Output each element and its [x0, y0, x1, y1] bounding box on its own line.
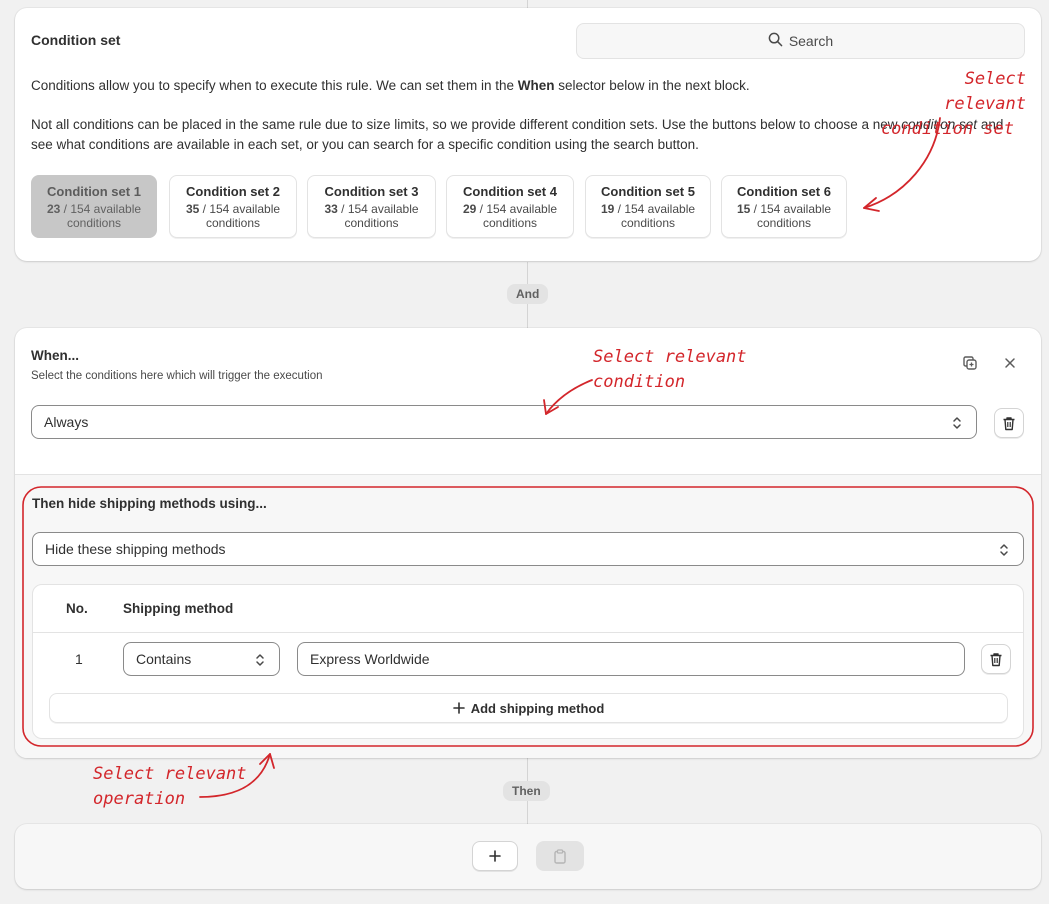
when-title: When... [31, 348, 79, 363]
column-header-no: No. [66, 601, 88, 616]
condition-set-name: Condition set 2 [186, 183, 280, 199]
trash-icon [1003, 416, 1015, 430]
condition-set-count: 15 / 154 available conditions [736, 201, 832, 230]
condition-set-name: Condition set 1 [47, 183, 141, 199]
condition-set-count: 23 / 154 available conditions [46, 201, 142, 230]
condition-set-button-1[interactable]: Condition set 1 23 / 154 available condit… [31, 175, 157, 238]
annotation-condition-set: Select relevant condition set [876, 67, 1026, 142]
close-button[interactable] [1001, 354, 1019, 372]
intro-text-end: selector below in the next block. [554, 78, 750, 93]
annotation-line: Select relevant [93, 764, 247, 784]
condition-set-count: 35 / 154 available conditions [185, 201, 281, 230]
condition-set-count: 29 / 154 available conditions [462, 201, 558, 230]
delete-row-button[interactable] [981, 644, 1011, 674]
condition-set-button-6[interactable]: Condition set 6 15 / 154 available condit… [721, 175, 847, 238]
table-row: 1 Contains Express Worldwide [33, 633, 1023, 685]
operation-select[interactable]: Hide these shipping methods [32, 532, 1024, 566]
condition-set-count: 19 / 154 available conditions [600, 201, 696, 230]
operation-value: Hide these shipping methods [45, 541, 226, 557]
add-action-button[interactable] [472, 841, 518, 871]
add-shipping-method-button[interactable]: Add shipping method [49, 693, 1008, 723]
search-button[interactable]: Search [576, 23, 1025, 59]
intro-text-when: When [517, 78, 555, 93]
connector-line [527, 0, 528, 8]
delete-condition-button[interactable] [994, 408, 1024, 438]
add-shipping-method-label: Add shipping method [470, 700, 605, 716]
when-condition-value: Always [44, 414, 89, 430]
search-icon [768, 32, 783, 50]
plus-icon [452, 702, 465, 714]
annotation-line: Select relevant [593, 347, 747, 367]
annotation-line: operation [93, 789, 186, 809]
search-label: Search [788, 33, 834, 49]
clipboard-icon [554, 848, 566, 864]
shipping-method-input[interactable]: Express Worldwide [297, 642, 965, 676]
row-number: 1 [75, 651, 83, 667]
column-header-shipping-method: Shipping method [123, 601, 234, 616]
note-text-start: Not all conditions can be placed in the … [31, 117, 902, 132]
annotation-operation: Select relevant operation [93, 762, 247, 812]
shipping-method-value: Express Worldwide [310, 651, 430, 667]
add-action-card [15, 824, 1041, 889]
annotation-line: condition set [880, 119, 1014, 139]
annotation-line: Select relevant [944, 69, 1026, 114]
duplicate-button[interactable] [961, 354, 979, 372]
condition-set-name: Condition set 3 [324, 183, 419, 199]
match-type-value: Contains [136, 651, 192, 667]
annotation-condition: Select relevant condition [593, 345, 747, 395]
condition-set-button-2[interactable]: Condition set 2 35 / 154 available condit… [169, 175, 297, 238]
condition-set-name: Condition set 6 [737, 183, 831, 199]
condition-set-name: Condition set 4 [463, 183, 557, 199]
plus-icon [489, 850, 501, 862]
match-type-select[interactable]: Contains [123, 642, 280, 676]
shipping-methods-table: No. Shipping method 1 Contains Express W… [32, 584, 1024, 739]
chevron-updown-icon [253, 652, 267, 671]
chevron-updown-icon [950, 415, 964, 434]
copy-icon [963, 356, 977, 370]
trash-icon [990, 652, 1002, 666]
condition-set-button-5[interactable]: Condition set 5 19 / 154 available condit… [585, 175, 711, 238]
and-connector-pill: And [507, 284, 549, 304]
intro-text: Conditions allow you to specify when to … [31, 76, 1021, 96]
condition-set-count: 33 / 154 available conditions [324, 201, 419, 230]
close-icon [1005, 358, 1015, 368]
when-condition-select[interactable]: Always [31, 405, 977, 439]
chevron-updown-icon [997, 542, 1011, 561]
when-subtitle: Select the conditions here which will tr… [31, 370, 323, 382]
then-connector-pill: Then [503, 781, 550, 801]
paste-action-button[interactable] [536, 841, 584, 871]
condition-set-button-3[interactable]: Condition set 3 33 / 154 available condit… [307, 175, 436, 238]
condition-set-name: Condition set 5 [601, 183, 695, 199]
annotation-line: condition [593, 372, 686, 392]
note-text: Not all conditions can be placed in the … [31, 115, 1016, 155]
then-title: Then hide shipping methods using... [32, 496, 267, 511]
condition-set-title: Condition set [31, 32, 121, 48]
intro-text-start: Conditions allow you to specify when to … [31, 78, 518, 93]
condition-set-button-4[interactable]: Condition set 4 29 / 154 available condit… [446, 175, 574, 238]
